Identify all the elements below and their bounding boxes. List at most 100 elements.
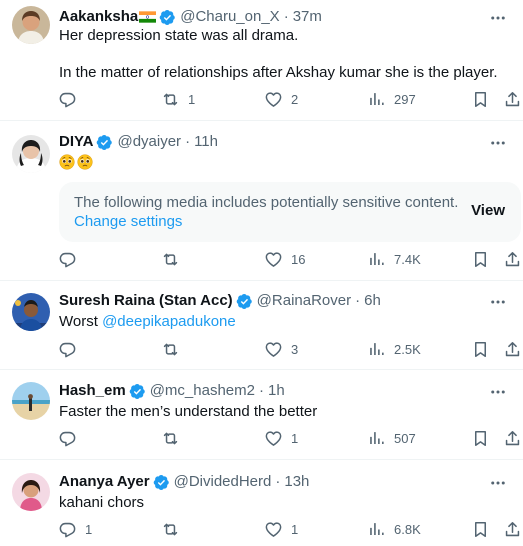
timestamp[interactable]: 6h (364, 292, 381, 310)
like-count: 2 (291, 92, 299, 107)
display-name[interactable]: Suresh Raina (Stan Acc) (59, 292, 233, 310)
separator-dot: · (275, 473, 281, 490)
like-button[interactable]: 1 (264, 429, 298, 448)
share-icon (503, 340, 522, 359)
display-name[interactable]: DIYA (59, 133, 93, 151)
like-count: 3 (291, 342, 299, 357)
more-options-icon[interactable] (489, 383, 507, 401)
handle[interactable]: @mc_hashem2 (150, 382, 255, 400)
more-options-icon[interactable] (489, 134, 507, 152)
like-button[interactable]: 2 (264, 90, 298, 109)
retweet-count: 1 (188, 92, 196, 107)
heart-icon (264, 90, 283, 109)
share-icon (503, 90, 522, 109)
handle[interactable]: @DividedHerd (174, 473, 272, 491)
bookmark-icon (471, 250, 490, 269)
retweet-icon (161, 90, 180, 109)
views-button[interactable]: 297 (367, 90, 416, 109)
view-media-button[interactable]: View (471, 202, 505, 219)
share-button[interactable] (503, 520, 522, 539)
tweet[interactable]: DIYA @dyaiyer · 11h The following media … (0, 121, 523, 281)
heart-icon (264, 340, 283, 359)
tweet-header: Aakanksha @Charu_on_X · 37m (59, 8, 322, 26)
views-button[interactable]: 2.5K (367, 340, 421, 359)
reply-button[interactable] (58, 250, 85, 269)
separator-dot: · (185, 133, 191, 150)
tweet[interactable]: Hash_em @mc_hashem2 · 1h Faster the men’… (0, 370, 523, 460)
reply-icon (58, 90, 77, 109)
tweet[interactable]: Aakanksha @Charu_on_X · 37m Her depressi… (0, 0, 523, 121)
share-button[interactable] (503, 340, 522, 359)
tweet-actions: 1 1 6.8K (50, 520, 523, 544)
reply-button[interactable] (58, 429, 85, 448)
verified-badge-icon (236, 293, 253, 310)
retweet-button[interactable]: 1 (161, 90, 195, 109)
reply-button[interactable]: 1 (58, 520, 92, 539)
like-button[interactable]: 1 (264, 520, 298, 539)
change-settings-link[interactable]: Change settings (74, 212, 182, 231)
india-flag-emoji (139, 11, 157, 23)
separator-dot: · (283, 8, 289, 25)
bookmark-button[interactable] (471, 429, 490, 448)
like-count: 1 (291, 431, 299, 446)
views-button[interactable]: 6.8K (367, 520, 421, 539)
like-count: 16 (291, 252, 306, 267)
share-icon (503, 250, 522, 269)
tweet-header: Hash_em @mc_hashem2 · 1h (59, 382, 285, 400)
tweet-text (59, 153, 95, 173)
bookmark-button[interactable] (471, 340, 490, 359)
avatar[interactable] (12, 293, 50, 331)
more-options-icon[interactable] (489, 293, 507, 311)
bookmark-button[interactable] (471, 250, 490, 269)
heart-icon (264, 429, 283, 448)
share-button[interactable] (503, 250, 522, 269)
avatar[interactable] (12, 382, 50, 420)
verified-badge-icon (129, 383, 146, 400)
display-name[interactable]: Ananya Ayer (59, 473, 150, 491)
reply-icon (58, 340, 77, 359)
timestamp[interactable]: 13h (284, 473, 309, 491)
share-button[interactable] (503, 90, 522, 109)
timestamp[interactable]: 1h (268, 382, 285, 400)
avatar[interactable] (12, 473, 50, 511)
timestamp[interactable]: 37m (293, 8, 322, 26)
handle[interactable]: @dyaiyer (117, 133, 181, 151)
tweet-actions: 1 2 297 (50, 90, 523, 114)
display-name[interactable]: Aakanksha (59, 8, 138, 26)
like-button[interactable]: 3 (264, 340, 298, 359)
pleading-face-emoji (77, 154, 93, 170)
timestamp[interactable]: 11h (194, 133, 218, 151)
retweet-button[interactable] (161, 520, 188, 539)
reply-button[interactable] (58, 90, 85, 109)
tweet-text-prefix: Worst (59, 313, 103, 330)
share-icon (503, 429, 522, 448)
views-count: 2.5K (394, 342, 421, 357)
views-count: 297 (394, 92, 416, 107)
mention-link[interactable]: @deepikapadukone (102, 313, 236, 330)
bookmark-button[interactable] (471, 520, 490, 539)
like-button[interactable]: 16 (264, 250, 305, 269)
retweet-button[interactable] (161, 340, 188, 359)
verified-badge-icon (153, 474, 170, 491)
verified-badge-icon (96, 134, 113, 151)
more-options-icon[interactable] (489, 474, 507, 492)
views-button[interactable]: 507 (367, 429, 416, 448)
retweet-icon (161, 429, 180, 448)
more-options-icon[interactable] (489, 9, 507, 27)
display-name[interactable]: Hash_em (59, 382, 126, 400)
retweet-button[interactable] (161, 429, 188, 448)
handle[interactable]: @Charu_on_X (180, 8, 279, 26)
handle[interactable]: @RainaRover (257, 292, 351, 310)
views-button[interactable]: 7.4K (367, 250, 421, 269)
separator-dot: · (355, 292, 361, 309)
sensitive-media-message: The following media includes potentially… (74, 194, 459, 211)
bookmark-button[interactable] (471, 90, 490, 109)
retweet-button[interactable] (161, 250, 188, 269)
avatar[interactable] (12, 135, 50, 173)
share-button[interactable] (503, 429, 522, 448)
tweet[interactable]: Suresh Raina (Stan Acc) @RainaRover · 6h… (0, 281, 523, 370)
tweet[interactable]: Ananya Ayer @DividedHerd · 13h kahani ch… (0, 460, 523, 546)
avatar[interactable] (12, 6, 50, 44)
reply-button[interactable] (58, 340, 85, 359)
tweet-actions: 1 507 (50, 429, 523, 453)
